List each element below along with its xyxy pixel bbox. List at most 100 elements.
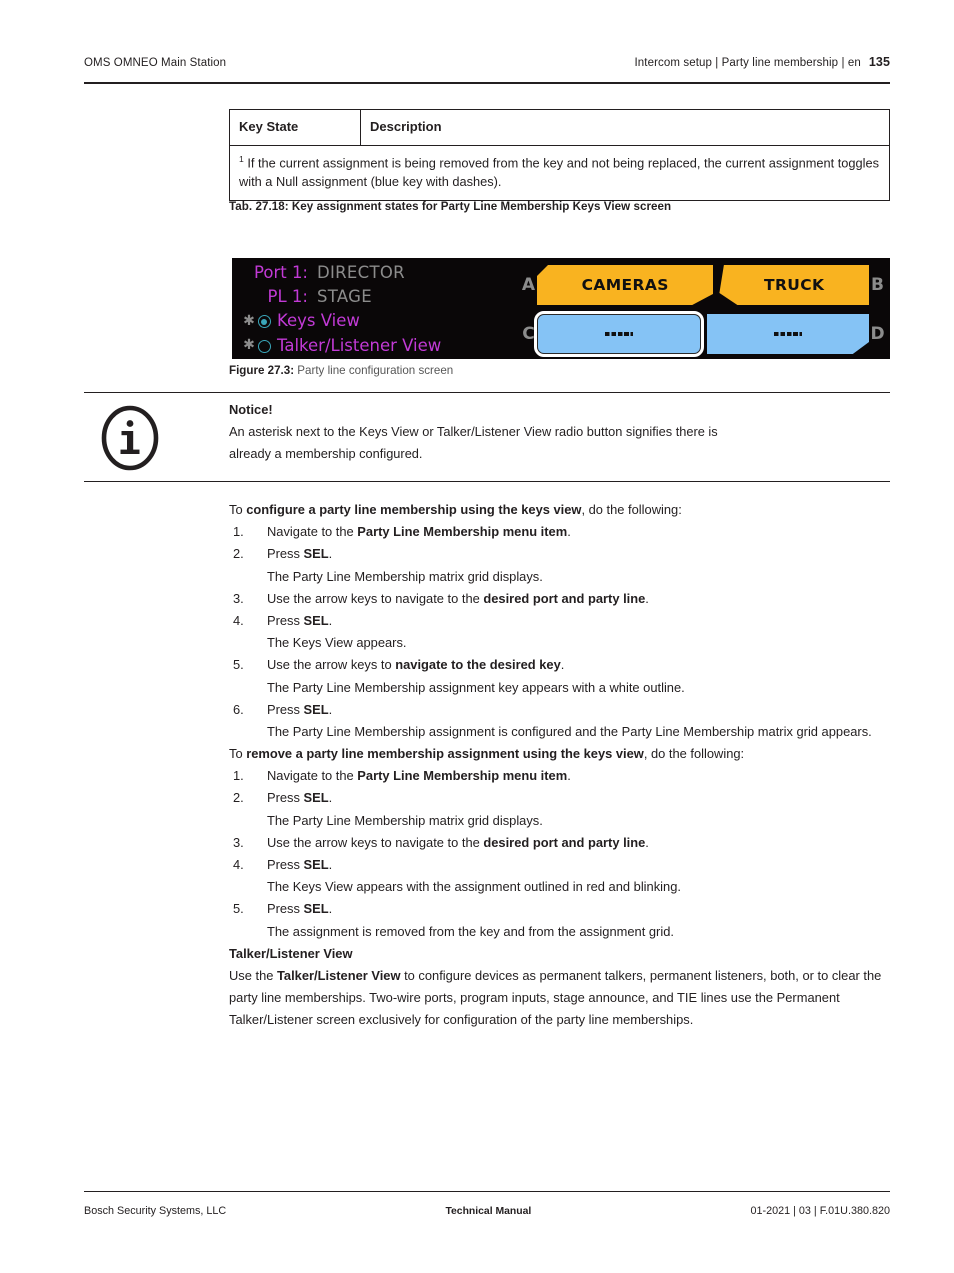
step-text-pre: Navigate to the (267, 524, 358, 540)
step-text-pre: Use the arrow keys to navigate to the (267, 590, 484, 606)
radio-option-keys-view[interactable]: ✱ Keys View (242, 310, 512, 333)
step-text-bold: SEL (303, 857, 329, 872)
step-text-pre: Press (267, 790, 304, 806)
key-a-cameras[interactable]: CAMERAS (537, 265, 714, 305)
remove-lead-suffix: , do the following: (643, 746, 745, 762)
step-text-bold: desired port and party line (483, 834, 646, 850)
step-text-pre: Press (267, 546, 304, 562)
step-text-pre: Use the arrow keys to navigate to the (267, 834, 484, 850)
screen-left-panel: Port 1: DIRECTOR PL 1: STAGE ✱ Keys View… (242, 261, 512, 358)
step-result: The assignment is removed from the key a… (267, 923, 674, 939)
key-side-label-a: A (521, 275, 536, 295)
step-number: 4. (233, 612, 244, 628)
port-value: DIRECTOR (317, 263, 405, 282)
figure-caption-label: Figure 27.3: (229, 364, 295, 377)
key-d-null[interactable] (707, 314, 869, 354)
footer-doc-type: Technical Manual (445, 1206, 532, 1217)
null-assignment-dashes-icon (774, 332, 802, 336)
null-assignment-dashes-icon (605, 332, 633, 336)
radio-button-talker-listener-view-icon[interactable] (258, 339, 271, 353)
step-text-post: . (328, 857, 333, 872)
document-page: OMS OMNEO Main Station Intercom setup | … (0, 0, 954, 1273)
step-text-post: . (645, 834, 649, 850)
port-label: Port 1: (253, 263, 308, 282)
notice-line-1: An asterisk next to the Keys View or Tal… (229, 424, 718, 440)
step-text-post: . (328, 701, 333, 717)
list-item: 5. Use the arrow keys to navigate to the … (229, 654, 890, 676)
step-number: 4. (233, 857, 244, 872)
table-footnote-cell: 1 If the current assignment is being rem… (229, 144, 890, 201)
list-item: 1. Navigate to the Party Line Membership … (229, 765, 890, 787)
key-state-table: Key State Description 1 If the current a… (229, 109, 890, 201)
configure-lead-bold: configure a party line membership using … (246, 502, 582, 517)
notice-title: Notice! (229, 402, 273, 417)
step-text-pre: Navigate to the (267, 768, 358, 784)
step-number: 3. (233, 590, 244, 606)
table-row: 1 If the current assignment is being rem… (229, 144, 890, 201)
list-item: 3. Use the arrow keys to navigate to the … (229, 588, 890, 610)
radio-label-keys-view: Keys View (277, 311, 360, 331)
list-item: 5. Press SEL. (229, 898, 890, 920)
step-text-post: . (328, 790, 333, 806)
notice-bottom-divider (84, 481, 890, 483)
notice-top-divider (84, 392, 890, 394)
figure-caption: Figure 27.3: Party line configuration sc… (229, 364, 890, 377)
step-number: 1. (233, 524, 244, 540)
step-number: 5. (233, 901, 244, 917)
header-right-group: Intercom setup | Party line membership |… (635, 55, 890, 69)
table-caption: Tab. 27.18: Key assignment states for Pa… (229, 200, 672, 213)
step-text-post: . (328, 612, 333, 628)
step-text-pre: Press (267, 857, 304, 872)
radio-option-talker-listener-view[interactable]: ✱ Talker/Listener View (242, 335, 512, 358)
step-number: 1. (233, 768, 244, 784)
list-item: 1. Navigate to the Party Line Membership … (229, 521, 890, 543)
page-footer: Bosch Security Systems, LLC Technical Ma… (84, 1205, 890, 1217)
step-text-post: . (567, 768, 571, 784)
key-side-label-b: B (871, 275, 884, 295)
remove-lead-bold: remove a party line membership assignmen… (246, 746, 644, 762)
key-b-truck[interactable]: TRUCK (719, 265, 870, 305)
step-text-post: . (328, 901, 333, 917)
step-text-post: . (560, 657, 565, 673)
configure-steps-list: 1. Navigate to the Party Line Membership … (229, 521, 890, 743)
configure-lead-suffix: , do the following: (581, 502, 682, 517)
step-text-bold: SEL (303, 612, 329, 628)
footer-divider (84, 1191, 890, 1193)
step-result: The Party Line Membership assignment key… (267, 679, 685, 695)
step-text-post: . (328, 546, 333, 562)
key-row-bottom: C D (520, 311, 886, 357)
radio-label-talker-listener-view: Talker/Listener View (277, 335, 442, 355)
list-item: 4. Press SEL. (229, 610, 890, 632)
talker-text-bold: Talker/Listener View (277, 967, 401, 983)
breadcrumb: Intercom setup | Party line membership |… (634, 57, 861, 69)
step-text-bold: desired port and party line (483, 590, 646, 606)
configure-lead-prefix: To (229, 502, 247, 517)
figure-caption-text: Party line configuration screen (294, 364, 454, 377)
step-text-bold: Party Line Membership menu item (357, 768, 568, 784)
key-grid: A CAMERAS TRUCK B C D (520, 262, 886, 357)
step-result: The Party Line Membership matrix grid di… (267, 812, 543, 828)
screen-port-row: Port 1: DIRECTOR (242, 261, 512, 285)
step-text-bold: SEL (303, 546, 329, 562)
info-icon (101, 405, 159, 471)
page-number: 135 (868, 55, 890, 69)
step-text-post: . (645, 590, 649, 606)
asterisk-icon: ✱ (243, 312, 255, 329)
step-text-pre: Press (267, 701, 304, 717)
remove-steps-list: 1. Navigate to the Party Line Membership … (229, 765, 890, 943)
step-text-pre: Press (267, 901, 304, 917)
list-item: 6. Press SEL. (229, 699, 890, 721)
remove-lead-prefix: To (229, 746, 247, 762)
step-text-pre: Use the arrow keys to (267, 657, 396, 673)
step-number: 5. (233, 657, 244, 673)
list-item: 3. Use the arrow keys to navigate to the … (229, 832, 890, 854)
key-c-null-selected[interactable] (534, 311, 704, 357)
talker-listener-paragraph: Use the Talker/Listener View to configur… (229, 965, 890, 1032)
list-item: 2. Press SEL. (229, 543, 890, 565)
step-text-bold: navigate to the desired key (395, 657, 561, 673)
page-header: OMS OMNEO Main Station Intercom setup | … (84, 55, 890, 69)
asterisk-icon: ✱ (243, 337, 255, 354)
radio-button-keys-view-icon[interactable] (258, 315, 271, 329)
talker-listener-heading: Talker/Listener View (229, 945, 353, 961)
table-header-row: Key State Description (229, 109, 890, 146)
